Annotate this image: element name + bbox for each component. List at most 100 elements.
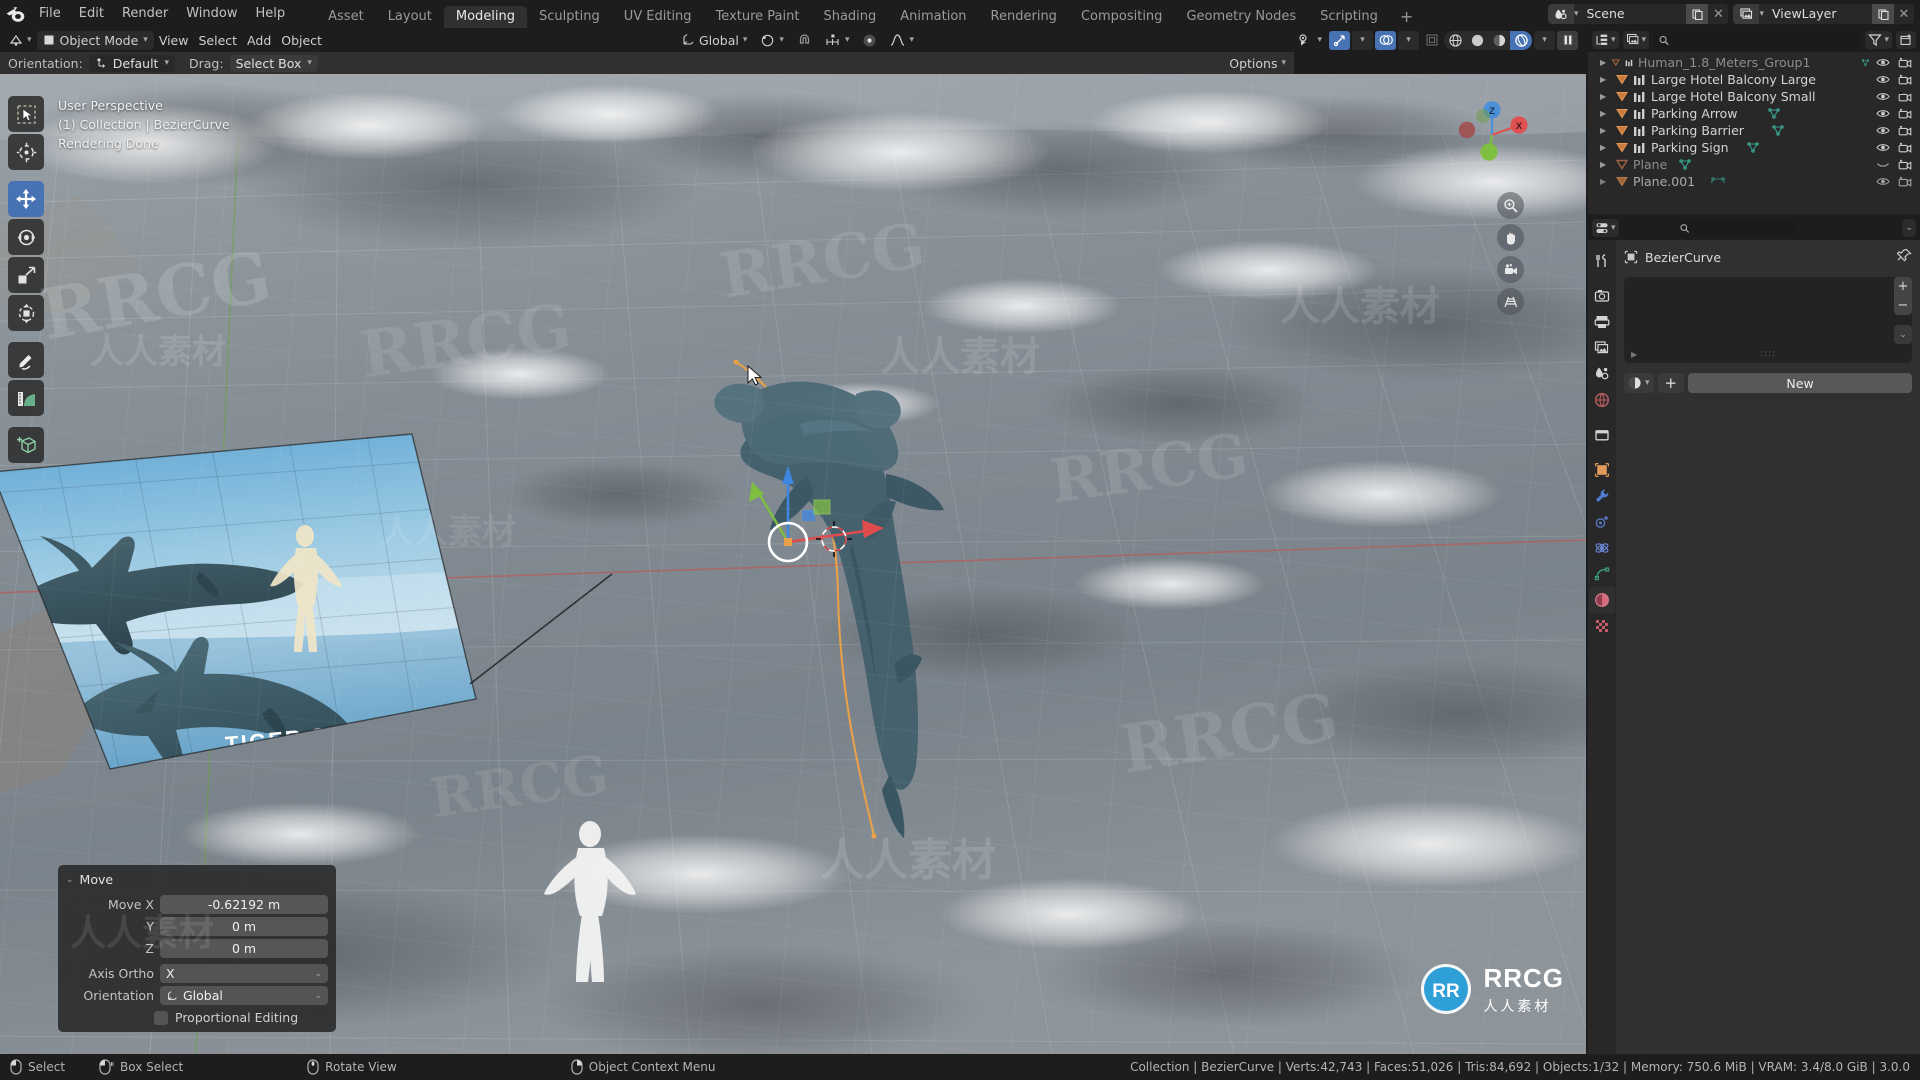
camera-restrict-icon[interactable] — [1898, 159, 1912, 171]
outliner-row-4[interactable]: ▶ Parking Barrier — [1588, 122, 1920, 139]
overlays-options-button[interactable]: ▾ — [1398, 30, 1419, 50]
expand-arrow-icon[interactable]: ▶ — [1631, 350, 1637, 359]
material-properties-tab[interactable] — [1589, 587, 1615, 613]
workspace-tab-uv-editing[interactable]: UV Editing — [612, 6, 704, 28]
shading-wireframe-button[interactable] — [1444, 31, 1466, 50]
navigation-gizmo[interactable]: Z X — [1453, 96, 1531, 174]
camera-restrict-icon[interactable] — [1898, 74, 1912, 86]
expand-arrow-icon[interactable]: ▶ — [1600, 58, 1607, 67]
material-slot-list[interactable]: ▶ :::: + − ⌄ — [1624, 277, 1912, 363]
transform-orientation-selector[interactable]: Global ▾ — [676, 31, 752, 50]
outliner-row-3[interactable]: ▶ Parking Arrow — [1588, 105, 1920, 122]
output-properties-tab[interactable] — [1589, 309, 1615, 335]
outliner-row-5[interactable]: ▶ Parking Sign — [1588, 139, 1920, 156]
show-gizmo-button[interactable] — [1329, 30, 1350, 50]
orientation-dropdown[interactable]: Global ⌄ — [160, 986, 328, 1005]
browse-material-button[interactable]: ▾ — [1624, 373, 1654, 393]
expand-arrow-icon[interactable]: ▶ — [1600, 75, 1611, 84]
scene-properties-tab[interactable] — [1589, 361, 1615, 387]
collection-properties-tab[interactable] — [1589, 422, 1615, 448]
workspace-tab-layout[interactable]: Layout — [376, 6, 444, 28]
workspace-tab-animation[interactable]: Animation — [888, 6, 978, 28]
axis-ortho-dropdown[interactable]: X ⌄ — [160, 964, 328, 983]
object-mode-selector[interactable]: Object Mode ▾ — [36, 30, 154, 50]
camera-restrict-icon[interactable] — [1898, 142, 1912, 154]
options-button[interactable]: Options ▾ — [1229, 56, 1286, 71]
add-workspace-button[interactable]: + — [1390, 6, 1423, 28]
properties-editor-type-dropdown[interactable]: ▾ — [1592, 219, 1619, 237]
workspace-tab-geometry-nodes[interactable]: Geometry Nodes — [1174, 6, 1308, 28]
remove-viewlayer-button[interactable]: ✕ — [1894, 4, 1914, 24]
resize-grip-icon[interactable]: :::: — [1760, 349, 1776, 359]
menu-select[interactable]: Select — [193, 31, 242, 50]
workspace-tab-compositing[interactable]: Compositing — [1069, 6, 1175, 28]
expand-arrow-icon[interactable]: ▶ — [1600, 160, 1611, 169]
menu-help[interactable]: Help — [247, 1, 295, 27]
move-view-button[interactable] — [1497, 224, 1524, 251]
snap-target-selector[interactable]: ▾ — [820, 31, 855, 50]
camera-restrict-icon[interactable] — [1898, 125, 1912, 137]
tool-properties-tab[interactable] — [1589, 248, 1615, 274]
pivot-point-selector[interactable]: ▾ — [755, 31, 789, 50]
camera-restrict-icon[interactable] — [1898, 108, 1912, 120]
measure-tool[interactable] — [8, 380, 44, 416]
menu-add[interactable]: Add — [242, 31, 276, 50]
new-viewlayer-button[interactable] — [1872, 4, 1894, 24]
menu-file[interactable]: File — [30, 1, 70, 27]
workspace-tab-rendering[interactable]: Rendering — [979, 6, 1069, 28]
material-slot-specials-button[interactable]: ⌄ — [1894, 325, 1912, 344]
outliner-search-input[interactable] — [1674, 33, 1856, 47]
camera-restrict-icon[interactable] — [1898, 176, 1912, 188]
move-z-value[interactable]: 0 m — [160, 939, 328, 958]
expand-arrow-icon[interactable]: ▶ — [1600, 143, 1611, 152]
proportional-editing-toggle[interactable] — [857, 31, 882, 50]
annotate-tool[interactable] — [8, 342, 44, 378]
outliner-row-0[interactable]: ▶ Human_1.8_Meters_Group1 — [1588, 54, 1920, 71]
properties-search-field[interactable] — [1674, 219, 1797, 237]
remove-material-slot-button[interactable]: − — [1894, 296, 1912, 315]
shading-solid-button[interactable] — [1466, 31, 1488, 50]
outliner-search-field[interactable] — [1653, 31, 1862, 49]
eye-icon[interactable] — [1876, 108, 1890, 119]
texture-properties-tab[interactable] — [1589, 613, 1615, 639]
camera-view-button[interactable] — [1497, 256, 1524, 283]
particle-properties-tab[interactable] — [1589, 509, 1615, 535]
properties-expand-button[interactable]: ⌄ — [1902, 219, 1916, 237]
proportional-editing-checkbox[interactable] — [154, 1010, 168, 1025]
proportional-editing-row[interactable]: Proportional Editing — [154, 1010, 328, 1025]
outliner-row-1[interactable]: ▶ Large Hotel Balcony Large — [1588, 71, 1920, 88]
pause-render-button[interactable] — [1557, 30, 1578, 50]
add-cube-tool[interactable] — [8, 427, 44, 463]
viewlayer-name[interactable]: ViewLayer — [1764, 4, 1872, 24]
pin-icon[interactable] — [1896, 248, 1912, 267]
new-scene-button[interactable] — [1686, 4, 1709, 24]
render-properties-tab[interactable] — [1589, 283, 1615, 309]
add-material-button[interactable]: + — [1657, 373, 1685, 393]
workspace-tab-sculpting[interactable]: Sculpting — [527, 6, 612, 28]
scene-selector[interactable]: ▾ Scene ✕ — [1547, 4, 1729, 24]
blender-logo-icon[interactable] — [0, 1, 30, 27]
editor-type-button[interactable]: ▾ — [4, 31, 37, 50]
camera-restrict-icon[interactable] — [1898, 57, 1912, 69]
menu-window[interactable]: Window — [177, 1, 246, 27]
properties-search-input[interactable] — [1694, 221, 1791, 235]
orientation-dropdown[interactable]: Default ▾ — [88, 54, 175, 72]
shading-material-preview-button[interactable] — [1488, 31, 1510, 50]
expand-arrow-icon[interactable]: ▶ — [1600, 126, 1611, 135]
modifier-properties-tab[interactable] — [1589, 483, 1615, 509]
move-x-value[interactable]: -0.62192 m — [160, 895, 328, 914]
scene-name[interactable]: Scene — [1578, 4, 1686, 24]
add-material-slot-button[interactable]: + — [1894, 277, 1912, 296]
drag-dropdown[interactable]: Select Box ▾ — [229, 54, 318, 72]
move-y-value[interactable]: 0 m — [160, 917, 328, 936]
outliner-display-mode-dropdown[interactable]: ▾ — [1592, 31, 1619, 49]
eye-icon[interactable] — [1876, 57, 1890, 68]
object-properties-tab[interactable] — [1589, 457, 1615, 483]
menu-view[interactable]: View — [154, 31, 194, 50]
viewlayer-properties-tab[interactable] — [1589, 335, 1615, 361]
eye-icon[interactable] — [1876, 74, 1890, 85]
move-tool[interactable] — [8, 181, 44, 217]
outliner-tree[interactable]: ▶ Human_1.8_Meters_Group1 ▶ Large Hotel … — [1588, 52, 1920, 214]
new-collection-button[interactable] — [1896, 31, 1916, 49]
eye-icon[interactable] — [1876, 142, 1890, 153]
